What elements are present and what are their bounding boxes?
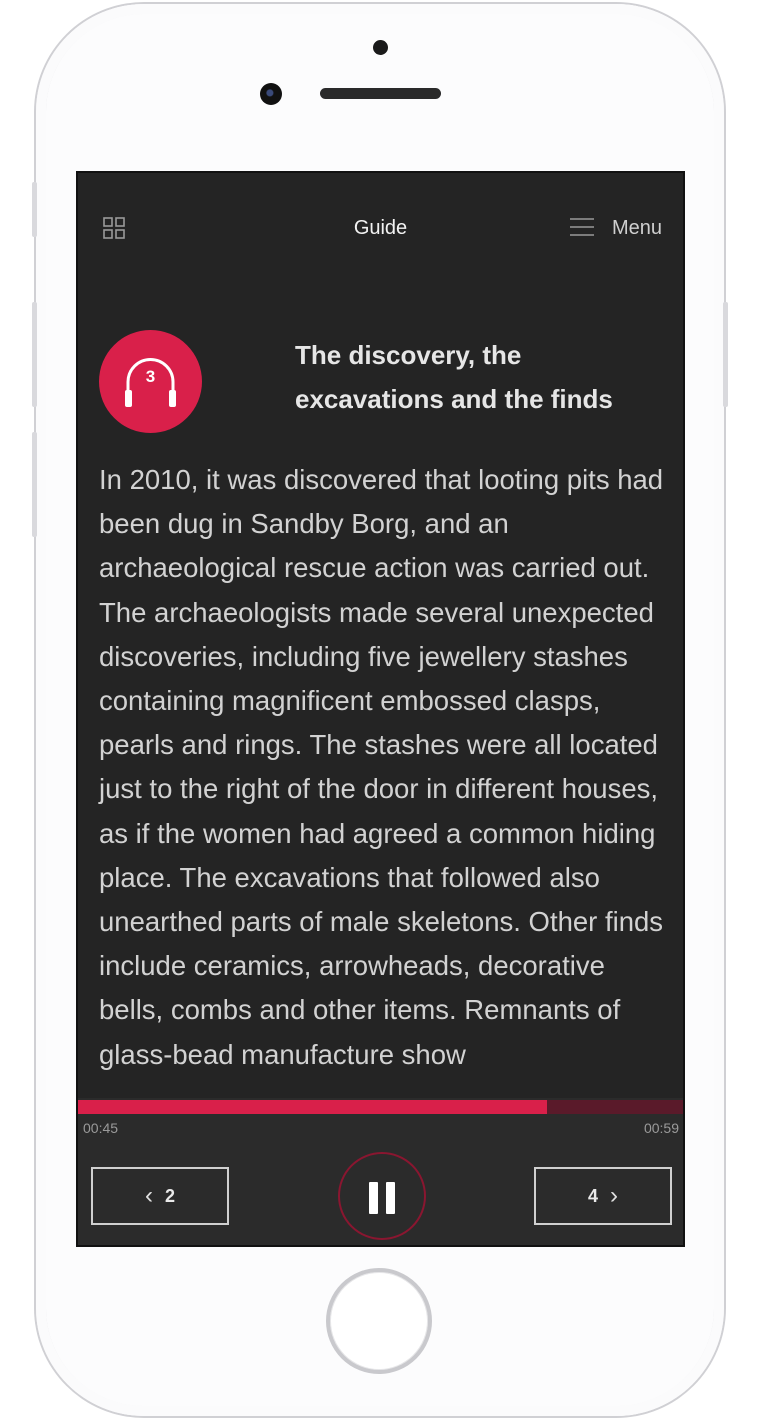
app-screen: Guide Menu 3 The discovery, the excavati… [76, 171, 685, 1247]
phone-volume-up [32, 302, 37, 407]
home-button[interactable] [326, 1268, 432, 1374]
hamburger-menu-icon[interactable] [569, 217, 595, 237]
proximity-sensor [373, 40, 388, 55]
earpiece-speaker [320, 88, 441, 99]
front-camera [260, 83, 282, 105]
progress-bar[interactable] [78, 1100, 683, 1114]
track-description: In 2010, it was discovered that looting … [99, 464, 664, 1070]
track-number-badge: 3 [99, 330, 202, 433]
phone-volume-down [32, 432, 37, 537]
phone-silent-switch [32, 182, 37, 237]
next-track-button[interactable]: 4 › [534, 1167, 672, 1225]
duration: 00:59 [643, 1120, 679, 1136]
audio-player: 00:45 00:59 ‹ 2 4 › [78, 1098, 683, 1245]
current-time: 00:45 [83, 1120, 119, 1136]
top-bar: Guide Menu [78, 173, 683, 283]
phone-power-button [723, 302, 728, 407]
pause-button[interactable] [338, 1152, 426, 1240]
previous-track-number: 2 [164, 1185, 175, 1206]
previous-track-button[interactable]: ‹ 2 [91, 1167, 229, 1225]
track-title: The discovery, the excavations and the f… [295, 340, 613, 414]
chevron-left-icon: ‹ [144, 1182, 153, 1209]
progress-fill [78, 1100, 547, 1114]
chevron-right-icon: › [610, 1182, 618, 1209]
menu-button[interactable]: Menu [612, 217, 662, 240]
next-track-number: 4 [587, 1185, 598, 1206]
track-number: 3 [145, 367, 156, 386]
